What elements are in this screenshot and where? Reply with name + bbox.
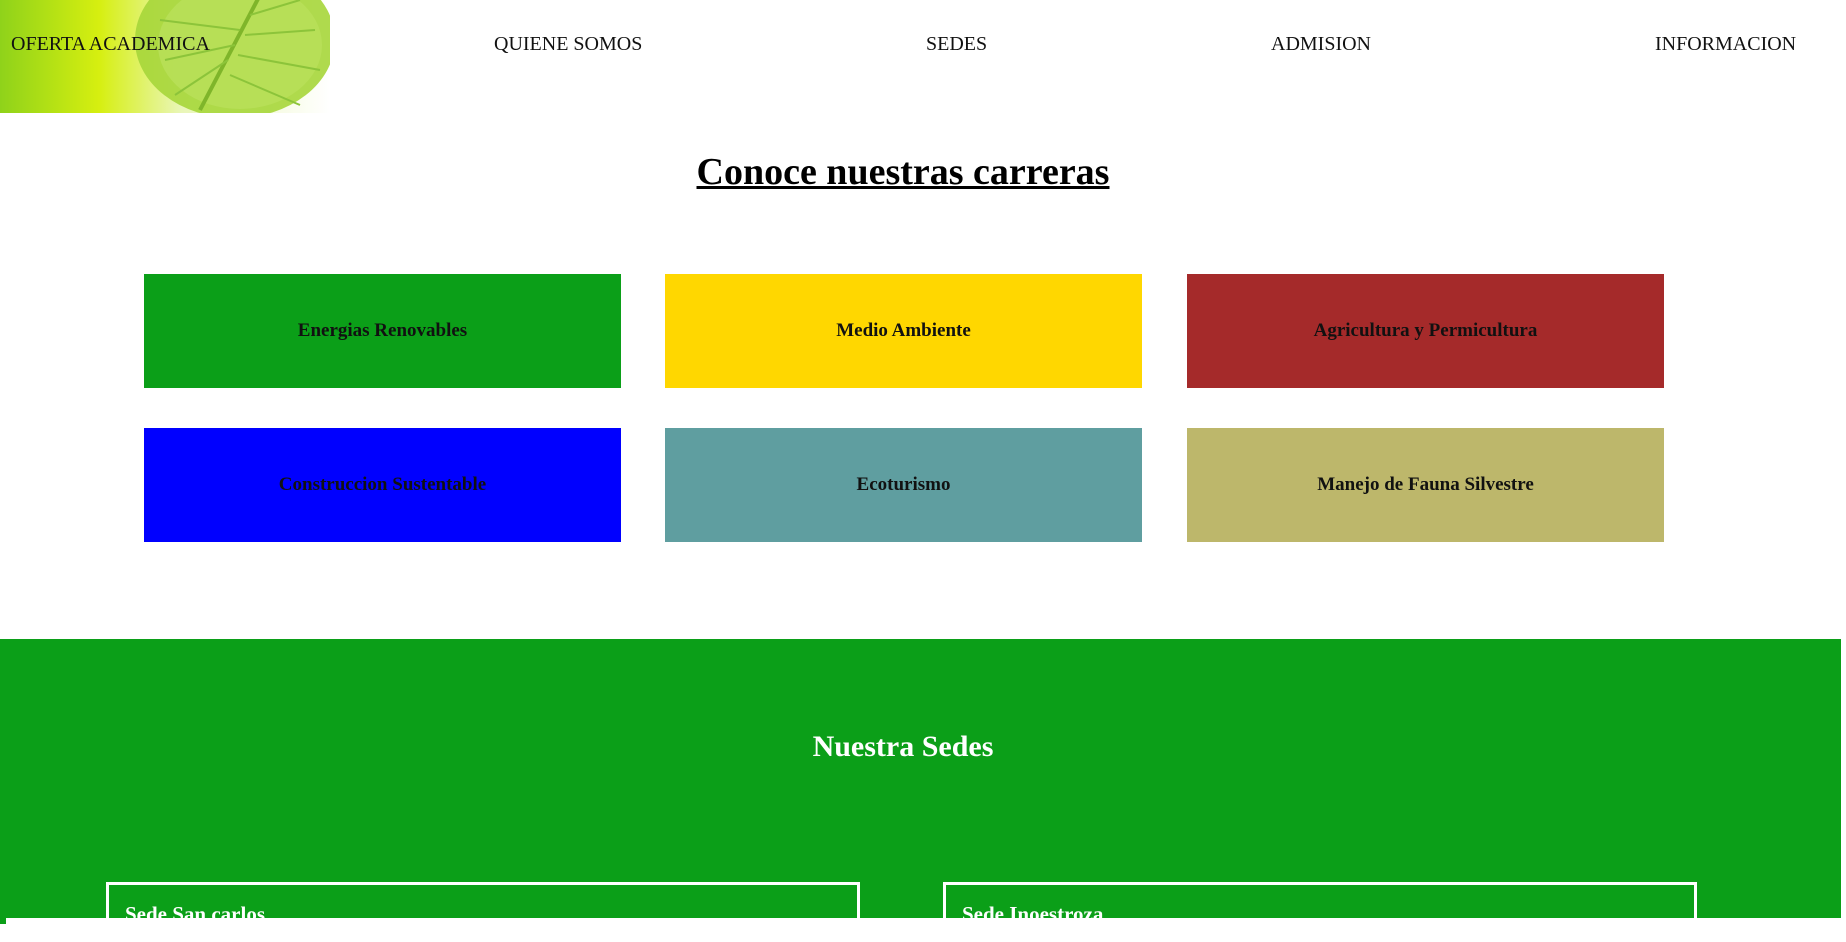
nav-informacion[interactable]: INFORMACION <box>1655 33 1796 56</box>
nav-oferta-academica[interactable]: OFERTA ACADEMICA <box>11 33 210 56</box>
career-card-energias-renovables[interactable]: Energias Renovables <box>144 274 621 388</box>
career-card-label: Medio Ambiente <box>836 320 971 341</box>
leaf-banner-image <box>0 0 330 113</box>
nav-quiene-somos[interactable]: QUIENE SOMOS <box>494 33 642 56</box>
career-card-manejo-fauna[interactable]: Manejo de Fauna Silvestre <box>1187 428 1664 542</box>
nav-admision[interactable]: ADMISION <box>1271 33 1371 56</box>
careers-title: Conoce nuestras carreras <box>696 151 1110 193</box>
sedes-section: Nuestra Sedes Sede San carlos Sede Inoes… <box>0 639 1841 942</box>
career-card-label: Manejo de Fauna Silvestre <box>1317 474 1534 495</box>
career-card-agricultura[interactable]: Agricultura y Permicultura <box>1187 274 1664 388</box>
career-card-construccion-sustentable[interactable]: Construccion Sustentable <box>144 428 621 542</box>
page-bottom-edge <box>6 918 1846 924</box>
nav-sedes[interactable]: SEDES <box>926 33 987 56</box>
sede-card-san-carlos[interactable]: Sede San carlos <box>106 882 860 942</box>
sedes-title: Nuestra Sedes <box>812 730 994 763</box>
leaf-icon <box>135 0 330 113</box>
site-header: OFERTA ACADEMICA QUIENE SOMOS SEDES ADMI… <box>0 0 1846 114</box>
career-card-label: Construccion Sustentable <box>278 474 487 495</box>
sede-card-inoestroza[interactable]: Sede Inoestroza <box>943 882 1697 942</box>
career-card-ecoturismo[interactable]: Ecoturismo <box>665 428 1142 542</box>
career-card-label: Energias Renovables <box>297 320 468 341</box>
career-card-medio-ambiente[interactable]: Medio Ambiente <box>665 274 1142 388</box>
career-card-label: Agricultura y Permicultura <box>1313 320 1538 341</box>
career-card-label: Ecoturismo <box>856 474 951 495</box>
